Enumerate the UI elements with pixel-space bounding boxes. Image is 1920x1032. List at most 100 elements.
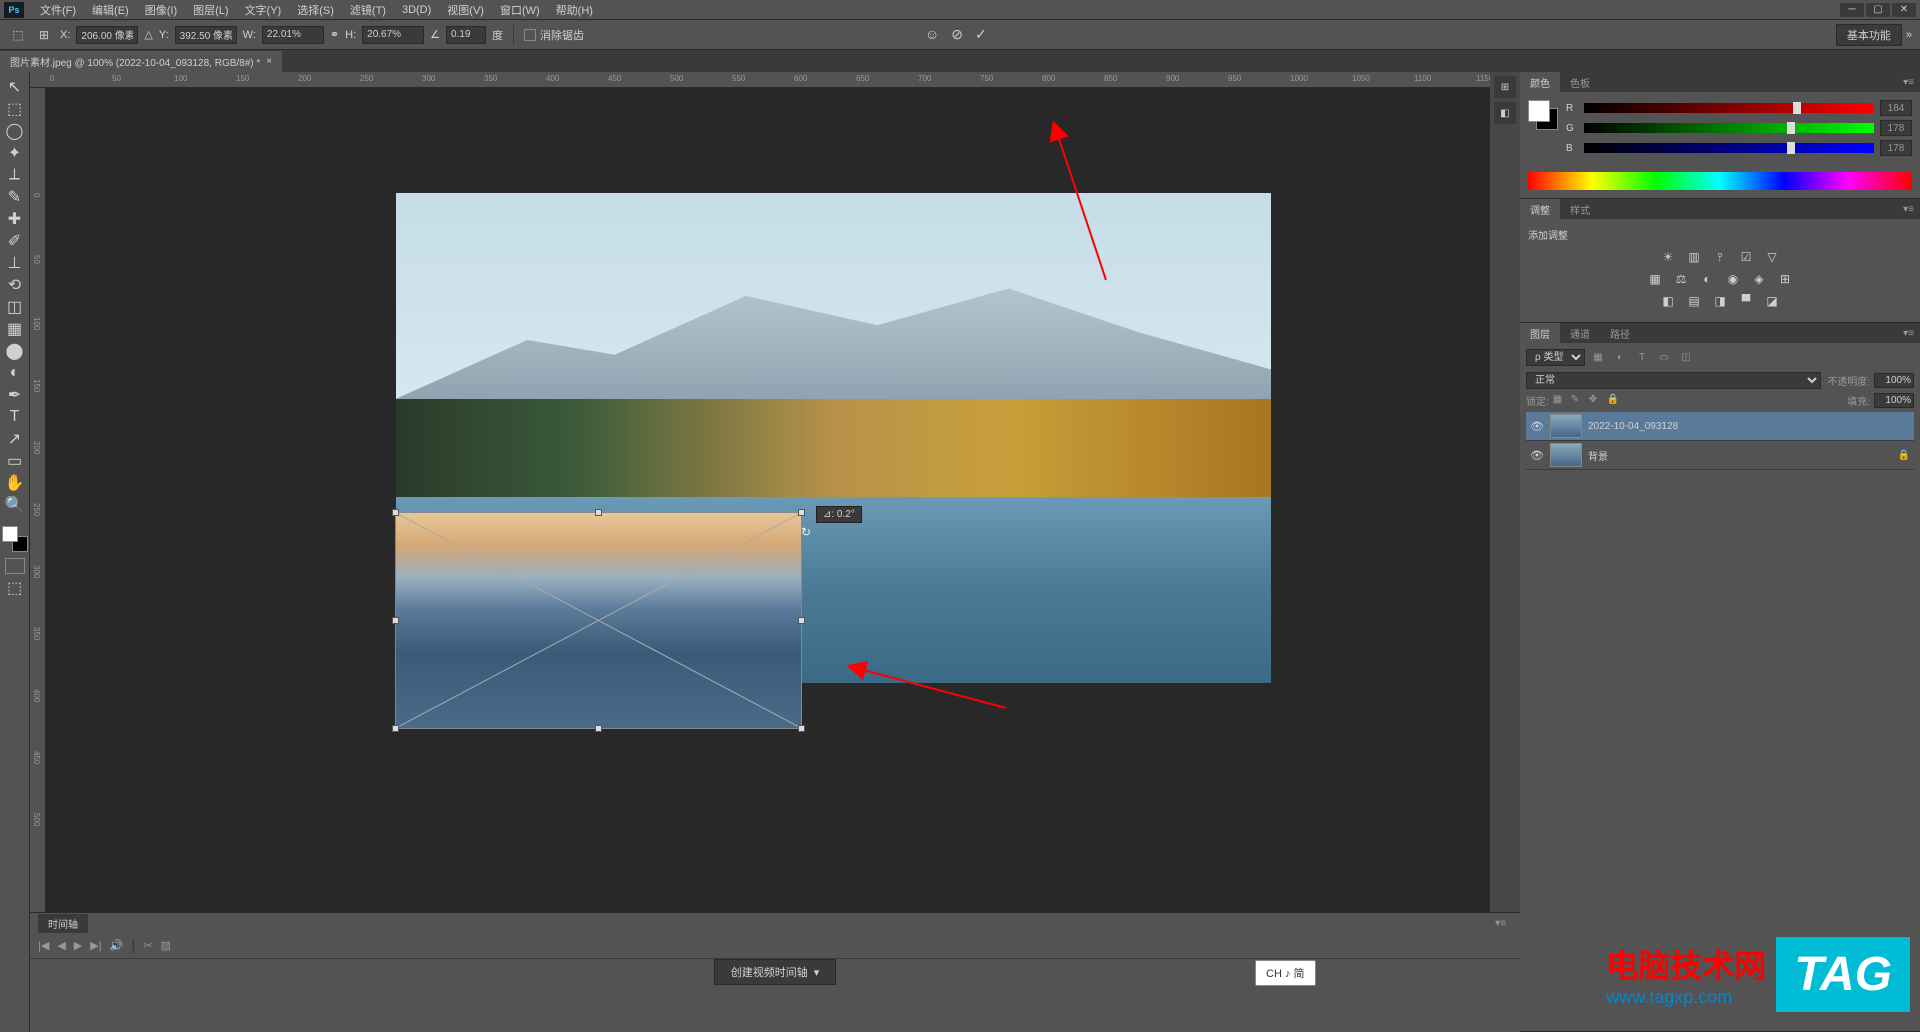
layers-panel-menu-icon[interactable]: ▾≡	[1897, 328, 1920, 339]
levels-icon[interactable]: ▥	[1684, 248, 1704, 266]
filter-text-icon[interactable]: T	[1633, 350, 1651, 366]
layer-item-0[interactable]: 👁 2022-10-04_093128	[1526, 412, 1914, 441]
layer-thumbnail[interactable]	[1550, 443, 1582, 467]
type-tool-icon[interactable]: T	[3, 406, 27, 428]
filter-shape-icon[interactable]: ▭	[1655, 350, 1673, 366]
screenmode-icon[interactable]: ⬚	[5, 580, 25, 596]
commit-transform-icon[interactable]: ✓	[975, 26, 987, 43]
color-preview[interactable]	[1528, 100, 1558, 130]
transform-handle-l[interactable]	[392, 617, 399, 624]
document-tab[interactable]: 图片素材.jpeg @ 100% (2022-10-04_093128, RGB…	[0, 51, 282, 72]
gradient-tool-icon[interactable]: ▦	[3, 318, 27, 340]
tab-channels[interactable]: 通道	[1560, 323, 1600, 344]
lock-transparency-icon[interactable]: ▦	[1553, 394, 1567, 408]
transform-tool-icon[interactable]: ⬚	[8, 25, 28, 45]
crop-tool-icon[interactable]: ⟂	[3, 164, 27, 186]
tab-paths[interactable]: 路径	[1600, 323, 1640, 344]
transform-handle-r[interactable]	[798, 617, 805, 624]
channel-mixer-icon[interactable]: ◈	[1749, 270, 1769, 288]
transform-handle-bl[interactable]	[392, 725, 399, 732]
canvas[interactable]: ⊿: 0.2° ↻	[46, 88, 1520, 992]
posterize-icon[interactable]: ▤	[1684, 292, 1704, 310]
timeline-audio-icon[interactable]: 🔊	[110, 939, 124, 952]
menu-help[interactable]: 帮助(H)	[548, 2, 601, 18]
h-input[interactable]	[362, 26, 424, 44]
layer-thumbnail[interactable]	[1550, 414, 1582, 438]
transform-handle-tr[interactable]	[798, 509, 805, 516]
eraser-tool-icon[interactable]: ◫	[3, 296, 27, 318]
photo-filter-icon[interactable]: ◉	[1723, 270, 1743, 288]
warp-mode-icon[interactable]: ☺	[925, 26, 939, 43]
g-slider[interactable]	[1584, 123, 1874, 133]
hand-tool-icon[interactable]: ✋	[3, 472, 27, 494]
foreground-color-swatch[interactable]	[2, 526, 18, 542]
create-timeline-button[interactable]: 创建视频时间轴▾	[714, 959, 837, 985]
layer-name[interactable]: 2022-10-04_093128	[1588, 421, 1910, 432]
path-tool-icon[interactable]: ↗	[3, 428, 27, 450]
lock-position-icon[interactable]: ✥	[1589, 394, 1603, 408]
timeline-first-icon[interactable]: |◀	[38, 939, 49, 952]
adjustments-panel-menu-icon[interactable]: ▾≡	[1897, 204, 1920, 215]
filter-smart-icon[interactable]: ◫	[1677, 350, 1695, 366]
menu-window[interactable]: 窗口(W)	[492, 2, 548, 18]
balance-icon[interactable]: ⚖	[1671, 270, 1691, 288]
timeline-next-icon[interactable]: ▶|	[90, 939, 101, 952]
r-slider[interactable]	[1584, 103, 1874, 113]
transform-handle-t[interactable]	[595, 509, 602, 516]
vibrance-icon[interactable]: ▽	[1762, 248, 1782, 266]
magic-wand-tool-icon[interactable]: ✦	[3, 142, 27, 164]
opacity-input[interactable]	[1874, 373, 1914, 388]
curves-icon[interactable]: ⫯	[1710, 248, 1730, 266]
menu-edit[interactable]: 编辑(E)	[84, 2, 137, 18]
threshold-icon[interactable]: ◨	[1710, 292, 1730, 310]
w-input[interactable]	[262, 26, 324, 44]
filter-pixel-icon[interactable]: ▦	[1589, 350, 1607, 366]
timeline-split-icon[interactable]: ✂	[143, 939, 152, 952]
timeline-tab[interactable]: 时间轴	[38, 914, 88, 933]
lookup-icon[interactable]: ⊞	[1775, 270, 1795, 288]
menu-image[interactable]: 图像(I)	[137, 2, 185, 18]
pen-tool-icon[interactable]: ✒	[3, 384, 27, 406]
reference-point-icon[interactable]: ⊞	[34, 25, 54, 45]
tab-swatches[interactable]: 色板	[1560, 72, 1600, 93]
document-tab-close-icon[interactable]: ×	[266, 56, 272, 67]
blur-tool-icon[interactable]: ⬤	[3, 340, 27, 362]
lasso-tool-icon[interactable]: ◯	[3, 120, 27, 142]
color-swatches[interactable]	[2, 526, 28, 552]
history-brush-tool-icon[interactable]: ⟲	[3, 274, 27, 296]
brush-tool-icon[interactable]: ✐	[3, 230, 27, 252]
lock-image-icon[interactable]: ✎	[1571, 394, 1585, 408]
x-input[interactable]	[76, 26, 138, 44]
dodge-tool-icon[interactable]: ◐	[3, 362, 27, 384]
healing-tool-icon[interactable]: ✚	[3, 208, 27, 230]
g-value[interactable]	[1880, 120, 1912, 136]
transform-handle-b[interactable]	[595, 725, 602, 732]
properties-panel-icon[interactable]: ◧	[1494, 102, 1516, 124]
timeline-prev-icon[interactable]: ◀	[57, 939, 65, 952]
transform-bounding-box[interactable]	[396, 513, 801, 728]
layer-visibility-icon[interactable]: 👁	[1530, 420, 1544, 433]
menu-3d[interactable]: 3D(D)	[394, 4, 439, 16]
menu-view[interactable]: 视图(V)	[439, 2, 492, 18]
move-tool-icon[interactable]: ↖	[3, 76, 27, 98]
blend-mode-select[interactable]: 正常	[1526, 372, 1821, 389]
brightness-icon[interactable]: ☀	[1658, 248, 1678, 266]
timeline-transition-icon[interactable]: ▧	[161, 939, 171, 952]
timeline-menu-icon[interactable]: ▾≡	[1489, 918, 1512, 929]
stamp-tool-icon[interactable]: ⊥	[3, 252, 27, 274]
tab-styles[interactable]: 样式	[1560, 199, 1600, 220]
transform-handle-tl[interactable]	[392, 509, 399, 516]
angle-input[interactable]	[446, 26, 486, 44]
tab-adjustments[interactable]: 调整	[1520, 199, 1560, 220]
cancel-transform-icon[interactable]: ⊘	[951, 26, 963, 43]
fill-input[interactable]	[1874, 393, 1914, 408]
color-panel-menu-icon[interactable]: ▾≡	[1897, 77, 1920, 88]
layer-filter-select[interactable]: ρ 类型	[1526, 349, 1585, 366]
menu-select[interactable]: 选择(S)	[289, 2, 342, 18]
transform-handle-br[interactable]	[798, 725, 805, 732]
b-value[interactable]	[1880, 140, 1912, 156]
menu-filter[interactable]: 滤镜(T)	[342, 2, 394, 18]
menu-layer[interactable]: 图层(L)	[185, 2, 236, 18]
workspace-select[interactable]: 基本功能	[1836, 24, 1902, 46]
r-value[interactable]	[1880, 100, 1912, 116]
